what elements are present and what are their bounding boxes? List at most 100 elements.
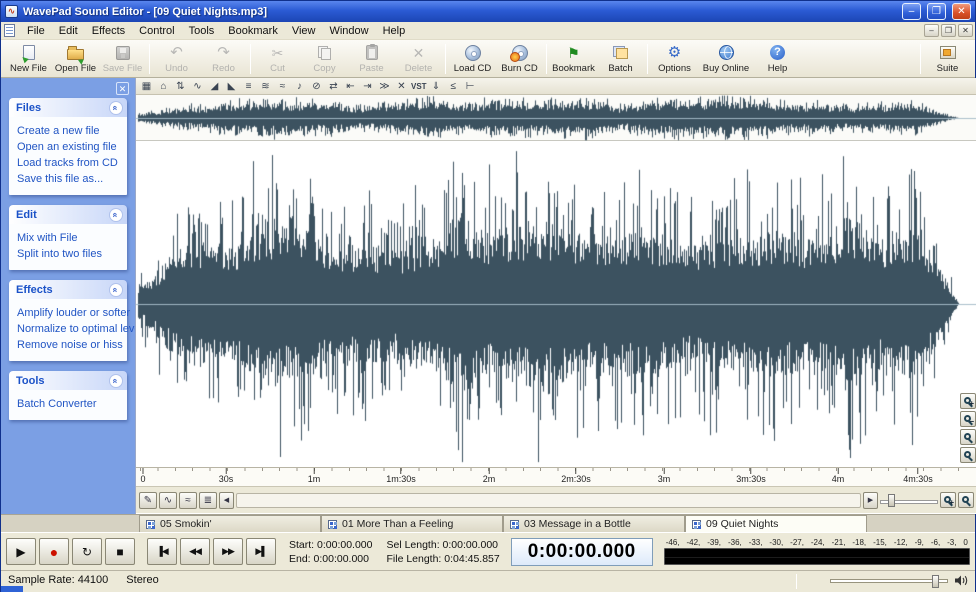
level-threshold-icon[interactable]: ≤ [446, 79, 461, 93]
tab-09-quiet-nights[interactable]: 09 Quiet Nights [685, 515, 867, 532]
reverb-icon[interactable]: ♪ [292, 79, 307, 93]
save-file-button[interactable]: Save File [99, 41, 146, 76]
volume-slider-thumb[interactable] [932, 575, 939, 588]
link-split-two-files[interactable]: Split into two files [17, 246, 124, 262]
trim-start-icon[interactable]: ⇤ [343, 79, 358, 93]
child-restore-button[interactable]: ❐ [941, 24, 956, 37]
suite-button[interactable]: Suite [924, 41, 971, 76]
chevron-up-icon[interactable]: « [109, 283, 123, 297]
copy-button[interactable]: Copy [301, 41, 348, 76]
amplify-icon[interactable]: ⇅ [173, 79, 188, 93]
marker-icon[interactable]: ⊢ [463, 79, 478, 93]
reverse-icon[interactable]: ⇄ [326, 79, 341, 93]
stop-button[interactable]: ■ [105, 538, 135, 565]
menu-window[interactable]: Window [322, 23, 375, 39]
options-button[interactable]: ⚙ Options [651, 41, 698, 76]
scrub-icon[interactable]: ⌂ [156, 79, 171, 93]
fade-out-icon[interactable]: ◣ [224, 79, 239, 93]
link-batch-converter[interactable]: Batch Converter [17, 396, 124, 412]
main-waveform-canvas[interactable] [136, 141, 976, 467]
record-button[interactable]: ● [39, 538, 69, 565]
tab-05-smokin[interactable]: 05 Smokin' [139, 515, 321, 532]
voice-reduction-icon[interactable]: ⇓ [429, 79, 444, 93]
zoom-selection-button[interactable] [958, 492, 974, 508]
open-file-button[interactable]: Open File [52, 41, 99, 76]
menu-bookmark[interactable]: Bookmark [221, 23, 285, 39]
time-ruler[interactable]: 0 30s 1m 1m:30s 2m 2m:30s 3m 3m:30s 4m 4… [136, 467, 976, 487]
batch-button[interactable]: Batch [597, 41, 644, 76]
overview-waveform-canvas[interactable] [136, 95, 976, 141]
chevron-up-icon[interactable]: « [109, 374, 123, 388]
close-button[interactable]: ✕ [952, 3, 971, 20]
menu-file[interactable]: File [20, 23, 52, 39]
menu-edit[interactable]: Edit [52, 23, 85, 39]
zoom-full-button[interactable] [960, 429, 976, 445]
buy-online-button[interactable]: Buy Online [698, 41, 754, 76]
zoom-in-button[interactable]: + [940, 492, 956, 508]
rewind-button[interactable]: ◀◀ [180, 538, 210, 565]
menu-tools[interactable]: Tools [182, 23, 222, 39]
help-button[interactable]: ? Help [754, 41, 801, 76]
volume-slider[interactable] [830, 579, 948, 583]
load-cd-button[interactable]: Load CD [449, 41, 496, 76]
link-remove-noise[interactable]: Remove noise or hiss [17, 337, 124, 353]
new-file-button[interactable]: New File [5, 41, 52, 76]
tab-01-more-than-a-feeling[interactable]: 01 More Than a Feeling [321, 515, 503, 532]
link-save-file-as[interactable]: Save this file as... [17, 171, 124, 187]
sidebar-close-icon[interactable]: ✕ [116, 82, 129, 95]
link-amplify[interactable]: Amplify louder or softer [17, 305, 124, 321]
speed-change-icon[interactable]: ≫ [377, 79, 392, 93]
zoom-slider-thumb[interactable] [888, 494, 895, 507]
maximize-button[interactable]: ❐ [927, 3, 946, 20]
zoom-in-button[interactable]: + [960, 393, 976, 409]
burn-cd-button[interactable]: Burn CD [496, 41, 543, 76]
horizontal-scrollbar[interactable] [236, 493, 861, 508]
delete-selection-icon[interactable]: ✕ [394, 79, 409, 93]
chevron-up-icon[interactable]: « [109, 208, 123, 222]
draw-tool-button[interactable]: ✎ [139, 492, 157, 509]
link-mix-with-file[interactable]: Mix with File [17, 230, 124, 246]
edit-panel-header[interactable]: Edit « [9, 205, 127, 224]
link-create-new-file[interactable]: Create a new file [17, 123, 124, 139]
loop-button[interactable]: ↻ [72, 538, 102, 565]
zoom-out-button[interactable]: − [960, 411, 976, 427]
effects-menu-icon[interactable]: ▦ [139, 79, 154, 93]
normalize-icon[interactable]: ≡ [241, 79, 256, 93]
tab-03-message-in-a-bottle[interactable]: 03 Message in a Bottle [503, 515, 685, 532]
equalizer-icon[interactable]: ≋ [258, 79, 273, 93]
chevron-up-icon[interactable]: « [109, 101, 123, 115]
speaker-icon[interactable] [954, 574, 969, 587]
undo-button[interactable]: ↶ Undo [153, 41, 200, 76]
redo-button[interactable]: ↷ Redo [200, 41, 247, 76]
waveform-view[interactable]: + − [136, 141, 976, 467]
link-open-existing-file[interactable]: Open an existing file [17, 139, 124, 155]
vst-plugin-icon[interactable]: VST [411, 79, 427, 93]
dual-view-button[interactable]: ≣ [199, 492, 217, 509]
title-bar[interactable]: ∿ WavePad Sound Editor - [09 Quiet Night… [1, 1, 975, 22]
waveform-overview[interactable] [136, 95, 976, 141]
child-close-button[interactable]: ✕ [958, 24, 973, 37]
scroll-right-button[interactable]: ▶ [863, 492, 878, 509]
wave-view-button[interactable]: ∿ [159, 492, 177, 509]
fast-forward-button[interactable]: ▶▶ [213, 538, 243, 565]
files-panel-header[interactable]: Files « [9, 98, 127, 117]
trim-end-icon[interactable]: ⇥ [360, 79, 375, 93]
menu-view[interactable]: View [285, 23, 323, 39]
zoom-slider[interactable] [880, 493, 938, 508]
go-to-start-button[interactable]: ▐◀ [147, 538, 177, 565]
spectrum-view-button[interactable]: ≈ [179, 492, 197, 509]
menu-effects[interactable]: Effects [85, 23, 132, 39]
paste-button[interactable]: Paste [348, 41, 395, 76]
menu-help[interactable]: Help [376, 23, 413, 39]
link-normalize[interactable]: Normalize to optimal level [17, 321, 124, 337]
cut-button[interactable]: ✂ Cut [254, 41, 301, 76]
go-to-end-button[interactable]: ▶▌ [246, 538, 276, 565]
tools-panel-header[interactable]: Tools « [9, 371, 127, 390]
play-button[interactable]: ▶ [6, 538, 36, 565]
bookmark-button[interactable]: ⚑ Bookmark [550, 41, 597, 76]
scroll-left-button[interactable]: ◀ [219, 492, 234, 509]
envelope-icon[interactable]: ∿ [190, 79, 205, 93]
child-minimize-button[interactable]: – [924, 24, 939, 37]
link-load-tracks-cd[interactable]: Load tracks from CD [17, 155, 124, 171]
echo-icon[interactable]: ≈ [275, 79, 290, 93]
